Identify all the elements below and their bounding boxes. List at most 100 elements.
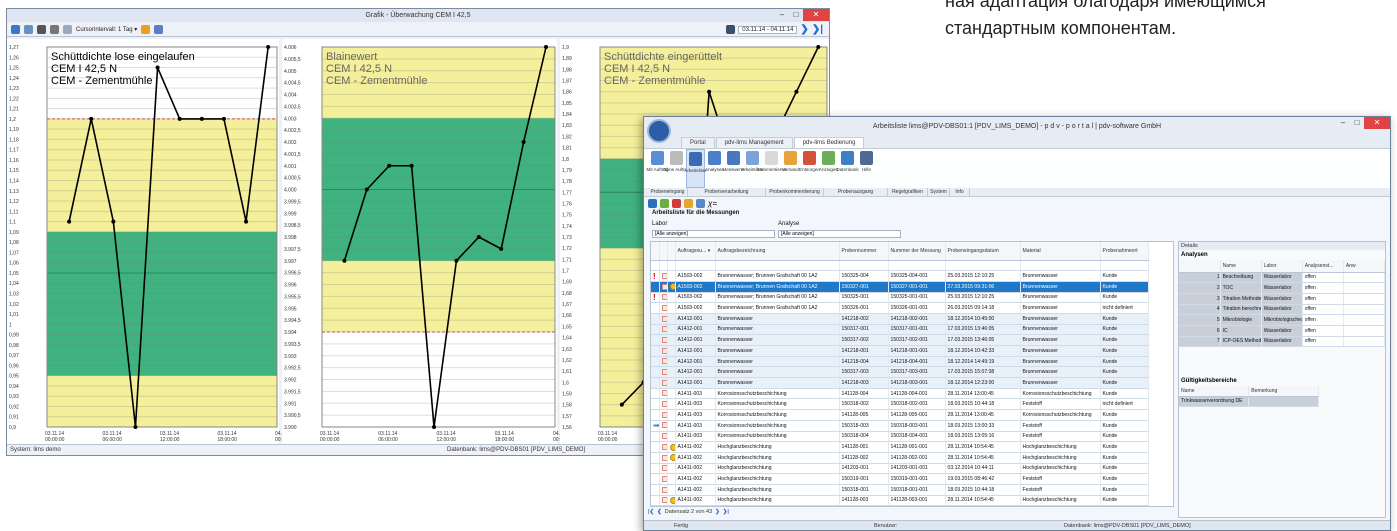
refresh-icon[interactable] (11, 24, 20, 34)
analysen-column-header[interactable]: Anw (1343, 260, 1386, 273)
formula-icon[interactable]: χ= (708, 199, 717, 208)
tab-management[interactable]: pdv-lims Management (715, 137, 793, 148)
column-header[interactable] (667, 242, 676, 261)
column-header[interactable]: Probeneingangsdatum (945, 242, 1021, 261)
labor-select[interactable]: [Alle anzeigen] (652, 230, 775, 238)
analysen-row[interactable]: 2 TOC Wasserlabor offen (1179, 282, 1386, 294)
next-icon[interactable]: ❯ (800, 24, 808, 35)
column-header[interactable]: Probenahmeort (1100, 242, 1149, 261)
table-row[interactable]: A1412-001 Brunnenwasser 141218-003 141218-0… (651, 377, 1149, 389)
tab-bedienung[interactable]: pdv-lims Bedienung (793, 137, 865, 148)
table-row[interactable]: A1503-002 Brunnenwasser; Brunnen Grafscha… (651, 281, 1149, 293)
settings-icon[interactable] (154, 24, 164, 34)
ribbon-label: Analysen (705, 167, 724, 172)
chart-icon[interactable] (24, 24, 33, 34)
folder-icon[interactable] (684, 199, 693, 208)
table-cell: 150325-009-001 (888, 505, 946, 506)
close-button[interactable]: ✕ (803, 9, 829, 21)
column-header[interactable]: Probennummer (839, 242, 889, 261)
filter-row[interactable] (651, 260, 1149, 272)
app-logo-icon[interactable] (647, 119, 671, 143)
analysen-row[interactable]: 4 Titration berechnet Wasserlabor offen (1179, 304, 1386, 316)
ribbon-button-1[interactable]: Ohne Auftrag (663, 149, 690, 188)
table-row[interactable]: A1411-002 Hochglanzbeschichtung 141128-001… (651, 441, 1149, 453)
table-row[interactable]: A1411-003 Korrosionsschutzbeschichtung 150… (651, 398, 1149, 411)
table-row[interactable]: A1412-001 Brunnenwasser 141218-004 141218-0… (651, 356, 1149, 368)
view-icon[interactable] (50, 24, 59, 34)
ribbon-button-7[interactable]: Versand (781, 149, 800, 188)
ribbon-button-8[interactable]: Entsorgen (799, 149, 820, 188)
table-row[interactable]: ➡A1411-003Korrosionsschutzbeschichtung15… (651, 420, 1149, 432)
maximize-button[interactable]: □ (789, 9, 803, 21)
table-row[interactable]: A1412-001 Brunnenwasser 150317-001 150317-0… (651, 324, 1149, 336)
table-icon[interactable] (63, 24, 72, 34)
cursor-interval-select[interactable]: Cursorintervall: 1 Tag ▾ (76, 26, 137, 33)
tab-portal[interactable]: Portal (681, 137, 715, 148)
y-tick-label: 0,91 (9, 415, 19, 421)
table-row[interactable]: A1411-003 Korrosionsschutzbeschichtung 150… (651, 431, 1149, 443)
arrow-right-icon: ➡ (653, 421, 658, 430)
column-header[interactable] (659, 242, 668, 261)
column-header[interactable] (651, 242, 660, 261)
analysen-row[interactable]: 7ICP-OES Methode AWasserlaboroffen (1179, 336, 1386, 348)
analysen-column-header[interactable]: Labor (1261, 260, 1303, 273)
gb-column-header[interactable]: Name (1179, 386, 1250, 397)
analysen-row[interactable]: 6 IC Wasserlabor offen (1179, 325, 1386, 337)
next-record-icon[interactable]: ❯ (715, 509, 720, 515)
chart-bar-icon[interactable] (660, 199, 669, 208)
analysen-column-header[interactable] (1179, 260, 1221, 273)
column-header[interactable]: Auftragsbezeichnung (715, 242, 840, 261)
table-row[interactable]: A1411-002 Hochglanzbeschichtung 141128-002… (651, 452, 1149, 464)
eye-icon[interactable] (37, 24, 46, 34)
date-range-field[interactable]: 03.11.14 - 04.11.14 (738, 25, 798, 34)
w2-minimize-button[interactable]: – (1336, 117, 1350, 129)
analysen-column-header[interactable]: Analysenst... (1302, 260, 1344, 273)
table-row[interactable]: A1412-001 Brunnenwasser 141218-002 141218-0… (651, 313, 1149, 325)
table-row[interactable]: A1411-002 Hochglanzbeschichtung 150318-001… (651, 484, 1149, 496)
ribbon-button-9[interactable]: Anzeigen (819, 149, 838, 188)
gb-column-header[interactable]: Bemerkung (1248, 386, 1319, 397)
print-icon[interactable] (726, 25, 736, 34)
table-row[interactable]: A1411-003 Korrosionsschutzbeschichtung 141… (651, 388, 1149, 400)
row-sample-icon (659, 484, 668, 496)
analysen-row[interactable]: 3Titration Methode 1Wasserlaboroffen (1179, 293, 1386, 305)
filter-icon[interactable] (648, 199, 657, 208)
table-row[interactable]: A1412-001 Brunnenwasser 150317-002 150317-0… (651, 334, 1149, 346)
table-row[interactable]: A1412-001 Brunnenwasser 150317-003 150317-0… (651, 366, 1149, 379)
flag-icon[interactable] (672, 199, 681, 208)
table-row[interactable]: ! A1503-002 Brunnenwasser; Brunnen Grafsch… (651, 270, 1149, 282)
column-header[interactable]: Material (1020, 242, 1101, 261)
table-row[interactable]: A1411-002 Hochglanzbeschichtung 141128-003… (651, 495, 1149, 506)
last-record-icon[interactable]: ❯| (723, 509, 729, 515)
row-sample-icon (659, 334, 668, 346)
prev-record-icon[interactable]: ❮ (657, 509, 662, 515)
first-record-icon[interactable]: |❮ (648, 509, 654, 515)
table-row[interactable]: A1412-001 Brunnenwasser 141218-001 141218-0… (651, 345, 1149, 357)
last-icon[interactable]: ❯| (812, 24, 823, 35)
ribbon-button-4[interactable]: Messwerte (722, 149, 745, 188)
w2-close-button[interactable]: ✕ (1364, 117, 1390, 129)
table-row[interactable]: A1503-002 Brunnenwasser; Brunnen Grafscha… (651, 302, 1149, 314)
color-icon[interactable] (141, 24, 151, 34)
analysen-row[interactable]: 5MikrobiologieMikrobiologisches Laboroff… (1179, 314, 1386, 326)
analysen-column-header[interactable]: Name (1220, 260, 1262, 273)
table-row[interactable]: ! A1503-002 Brunnenwasser; Brunnen Grafsch… (651, 292, 1149, 304)
sync-icon[interactable] (696, 199, 705, 208)
ribbon-button-10[interactable]: Datenbank (836, 149, 859, 188)
ribbon-button-6[interactable]: Kommentieren (757, 149, 786, 188)
analysen-row[interactable]: 1 Beschreibung Wasserlabor offen (1179, 272, 1386, 284)
gb-row[interactable]: Trinkwasserverordnung DE (1179, 396, 1319, 408)
table-cell: A1411-001 (675, 505, 716, 506)
ribbon-button-2[interactable]: Arbeitsliste (684, 149, 707, 188)
table-row[interactable]: A1411-003 Korrosionsschutzbeschichtung 141… (651, 409, 1149, 421)
minimize-button[interactable]: – (775, 9, 789, 21)
table-row[interactable]: A1411-001Produktion Zement allgemein1503… (651, 505, 1149, 506)
column-header[interactable]: Nummer der Messung (888, 242, 946, 261)
table-row[interactable]: A1411-002 Hochglanzbeschichtung 150319-001… (651, 473, 1149, 485)
table-row[interactable]: A1411-002 Hochglanzbeschichtung 141203-001… (651, 463, 1149, 475)
column-header[interactable]: Auftragsnu... ▾ (675, 242, 716, 261)
analyse-select[interactable]: [Alle anzeigen] (778, 230, 901, 238)
ribbon-button-11[interactable]: Hilfe (857, 149, 876, 188)
w2-maximize-button[interactable]: □ (1350, 117, 1364, 129)
ribbon-button-3[interactable]: Analysen (705, 149, 724, 188)
